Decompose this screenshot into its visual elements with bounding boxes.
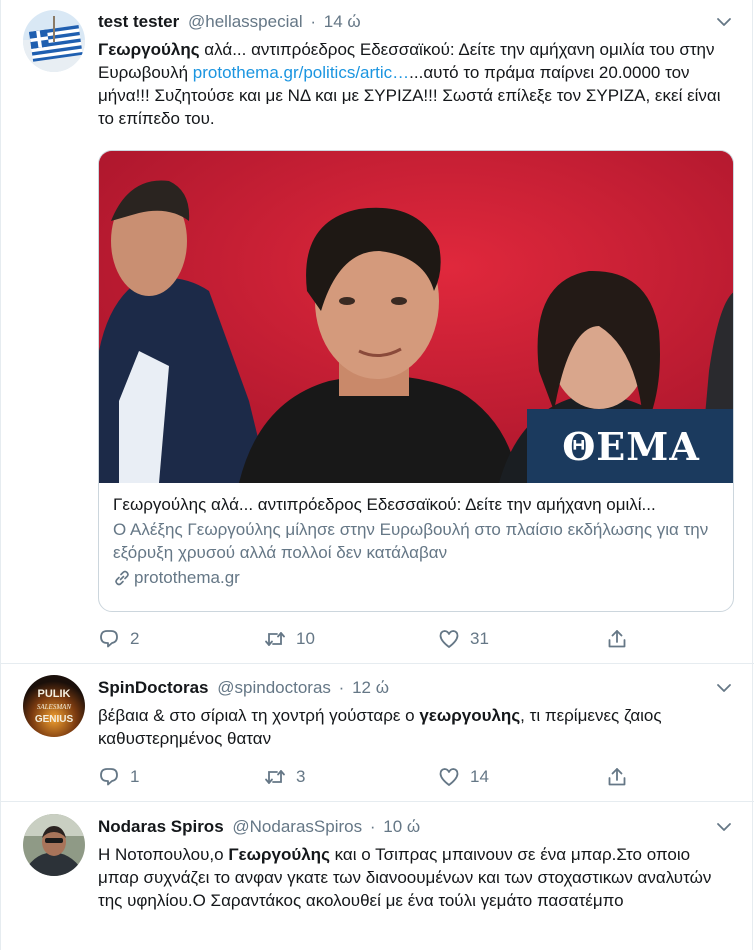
user-handle[interactable]: @hellasspecial	[188, 12, 303, 31]
tweet-actions: 2 10 31	[98, 626, 658, 652]
separator-dot: ·	[338, 678, 345, 697]
retweet-icon	[265, 632, 285, 646]
reply-icon	[100, 768, 118, 786]
avatar-text-line: SALESMAN	[37, 703, 72, 711]
caret-down-icon[interactable]	[716, 14, 732, 30]
avatar-text-line: GENIUS	[35, 714, 74, 725]
card-image[interactable]: ΘΕΜΑ	[99, 151, 733, 483]
reply-button[interactable]: 2	[98, 626, 139, 652]
reply-icon	[100, 630, 118, 648]
like-button[interactable]: 14	[438, 764, 489, 790]
reply-count: 2	[130, 629, 140, 648]
user-handle[interactable]: @spindoctoras	[217, 678, 331, 697]
separator-dot: ·	[310, 12, 316, 31]
user-handle[interactable]: @NodarasSpiros	[232, 817, 362, 836]
like-count: 14	[470, 767, 489, 786]
tweet[interactable]: PULIK SALESMAN GENIUS SpinDoctoras @spin…	[1, 664, 754, 802]
retweet-button[interactable]: 10	[264, 626, 315, 652]
timeline: test tester @hellasspecial · 14 ώ Γεωργο…	[0, 0, 754, 950]
like-icon	[439, 768, 459, 786]
card-description: Ο Αλέξης Γεωργούλης μίλησε στην Ευρωβουλ…	[113, 520, 709, 562]
avatar[interactable]	[23, 814, 85, 876]
tweet-header: SpinDoctoras @spindoctoras · 12 ώ	[98, 676, 734, 700]
highlight-term: γεωργουλης	[419, 706, 521, 725]
spindoctoras-avatar-image: PULIK SALESMAN GENIUS	[23, 675, 85, 737]
card-title: Γεωργούλης αλά... αντιπρόεδρος Εδεσσαϊκο…	[113, 495, 656, 514]
tweet-text: βέβαια & στο σίριαλ τη χοντρή γούσταρε ο…	[98, 704, 734, 750]
retweet-icon	[265, 770, 285, 784]
display-name[interactable]: Nodaras Spiros	[98, 817, 224, 836]
tweet-header: test tester @hellasspecial · 14 ώ	[98, 10, 734, 34]
display-name[interactable]: SpinDoctoras	[98, 678, 209, 697]
tweet-text: Η Νοτοπουλου,ο Γεωργούλης και ο Τσιπρας …	[98, 843, 734, 912]
tweet-text-part: Η Νοτοπουλου,ο	[98, 845, 229, 864]
retweet-button[interactable]: 3	[264, 764, 305, 790]
retweet-count: 10	[296, 629, 315, 648]
card-body[interactable]: Γεωργούλης αλά... αντιπρόεδρος Εδεσσαϊκο…	[113, 493, 719, 589]
nodaras-avatar-image	[23, 814, 85, 876]
reply-count: 1	[130, 767, 140, 786]
retweet-count: 3	[296, 767, 306, 786]
article-link[interactable]: protothema.gr/politics/artic…	[193, 63, 409, 82]
caret-down-icon[interactable]	[716, 680, 732, 696]
avatar[interactable]: PULIK SALESMAN GENIUS	[23, 675, 85, 737]
link-icon	[115, 570, 129, 585]
tweet-text: Γεωργούλης αλά... αντιπρόεδρος Εδεσσαϊκο…	[98, 38, 734, 130]
separator-dot: ·	[369, 817, 376, 836]
like-count: 31	[470, 629, 489, 648]
share-icon	[608, 768, 626, 786]
share-icon	[608, 630, 626, 648]
highlight-term: Γεωργούλης	[228, 845, 330, 864]
share-button[interactable]	[606, 764, 628, 790]
caret-down-icon[interactable]	[716, 819, 732, 835]
like-button[interactable]: 31	[438, 626, 489, 652]
timestamp[interactable]: 10 ώ	[383, 817, 420, 836]
link-card[interactable]: ΘΕΜΑ Γεωργούλης αλά... αντιπρόεδρος Εδεσ…	[98, 150, 734, 612]
share-button[interactable]	[606, 626, 628, 652]
reply-button[interactable]: 1	[98, 764, 139, 790]
greek-flag-avatar-image	[23, 10, 85, 72]
avatar-text-line: PULIK	[38, 688, 71, 700]
theme-logo-text: ΘΕΜΑ	[562, 423, 700, 469]
tweet[interactable]: test tester @hellasspecial · 14 ώ Γεωργο…	[1, 0, 754, 664]
timestamp[interactable]: 14 ώ	[324, 12, 361, 31]
avatar[interactable]	[23, 10, 85, 72]
highlight-term: Γεωργούλης	[98, 40, 200, 59]
tweet[interactable]: Nodaras Spiros @NodarasSpiros · 10 ώ Η Ν…	[1, 802, 754, 950]
card-domain-text: protothema.gr	[134, 568, 240, 587]
theme-logo: ΘΕΜΑ	[527, 409, 733, 483]
tweet-header: Nodaras Spiros @NodarasSpiros · 10 ώ	[98, 815, 734, 839]
display-name[interactable]: test tester	[98, 12, 179, 31]
tweet-text-part: βέβαια & στο σίριαλ τη χοντρή γούσταρε ο	[98, 706, 420, 725]
like-icon	[439, 630, 459, 648]
card-domain: protothema.gr	[113, 566, 719, 589]
timestamp[interactable]: 12 ώ	[352, 678, 389, 697]
tweet-actions: 1 3 14	[98, 764, 658, 790]
